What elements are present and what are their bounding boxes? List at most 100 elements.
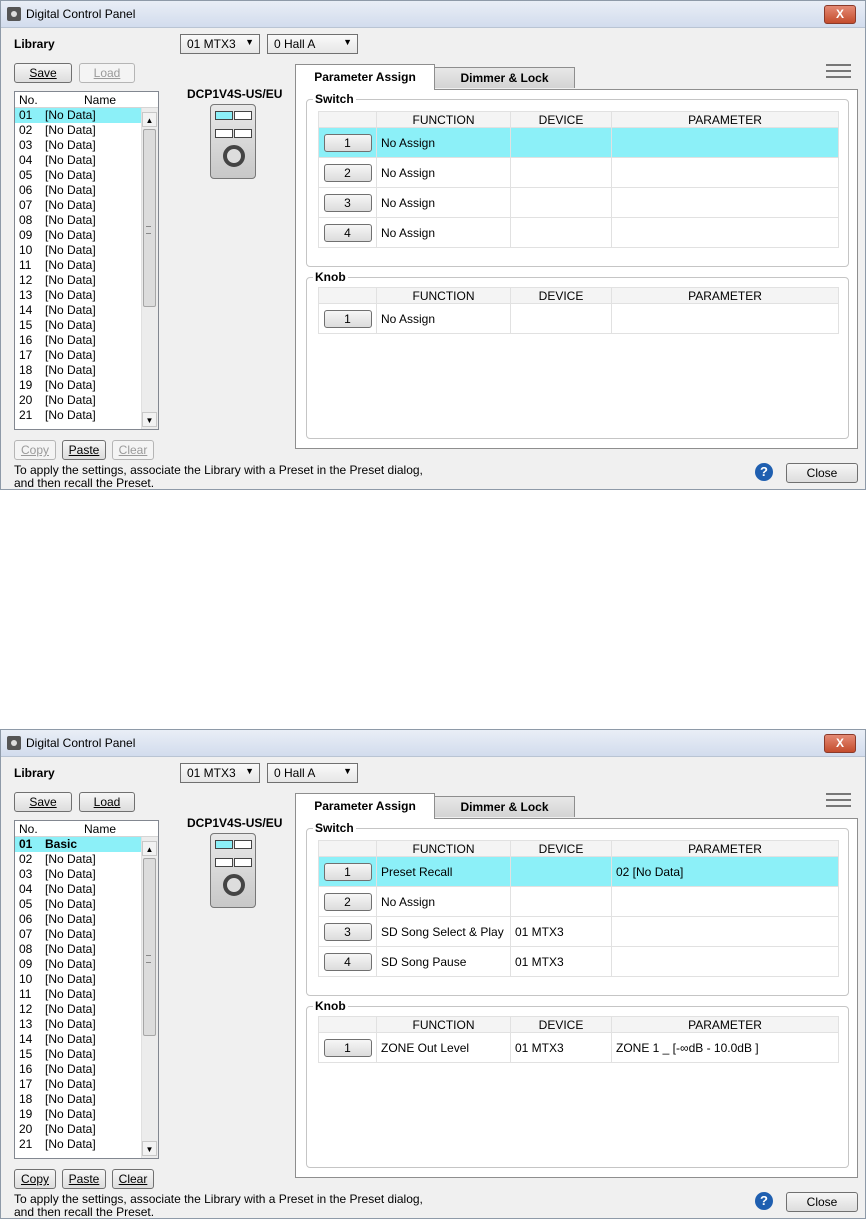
function-cell[interactable]: Preset Recall [376,856,511,887]
menu-icon[interactable] [826,64,851,78]
close-button[interactable]: Close [786,463,858,483]
preset-select[interactable]: 0 Hall A ▼ [267,763,358,783]
list-item[interactable]: 04 [No Data] [15,153,158,168]
knob-1-button[interactable]: 1 [323,309,372,328]
list-scrollbar[interactable]: ▲ ▼ [141,108,158,429]
switch-2-button[interactable]: 2 [323,163,372,182]
list-item[interactable]: 17 [No Data] [15,348,158,363]
scroll-up-icon[interactable]: ▲ [142,841,157,856]
device-cell[interactable] [510,187,612,218]
list-item[interactable]: 06 [No Data] [15,183,158,198]
list-item[interactable]: 21 [No Data] [15,1137,158,1152]
switch-4-button[interactable]: 4 [323,223,372,242]
scroll-thumb[interactable] [143,858,156,1036]
parameter-cell[interactable] [611,217,839,248]
library-list[interactable]: No. Name 01 Basic 02 [No Data] 03 [No Data] 04… [14,820,159,1159]
function-cell[interactable]: ZONE Out Level [376,1032,511,1063]
list-item[interactable]: 01 Basic [15,837,158,852]
help-icon[interactable]: ? [755,1192,773,1210]
list-item[interactable]: 11 [No Data] [15,987,158,1002]
parameter-cell[interactable] [611,303,839,334]
list-item[interactable]: 12 [No Data] [15,273,158,288]
list-item[interactable]: 03 [No Data] [15,867,158,882]
copy-button[interactable]: Copy [14,1169,56,1189]
switch-3-button[interactable]: 3 [323,922,372,941]
parameter-cell[interactable] [611,946,839,977]
paste-button[interactable]: Paste [62,1169,106,1189]
switch-2-button[interactable]: 2 [323,892,372,911]
switch-row[interactable]: 1 No Assign [318,127,839,158]
device-select[interactable]: 01 MTX3 ▼ [180,34,260,54]
tab-parameter-assign[interactable]: Parameter Assign [295,793,435,819]
list-item[interactable]: 14 [No Data] [15,303,158,318]
function-cell[interactable]: SD Song Select & Play [376,916,511,947]
device-cell[interactable] [510,303,612,334]
switch-row[interactable]: 2 No Assign [318,886,839,917]
list-item[interactable]: 10 [No Data] [15,972,158,987]
switch-row[interactable]: 2 No Assign [318,157,839,188]
list-item[interactable]: 02 [No Data] [15,123,158,138]
list-item[interactable]: 07 [No Data] [15,198,158,213]
list-item[interactable]: 17 [No Data] [15,1077,158,1092]
list-item[interactable]: 18 [No Data] [15,1092,158,1107]
device-cell[interactable] [510,217,612,248]
device-cell[interactable] [510,856,612,887]
list-item[interactable]: 12 [No Data] [15,1002,158,1017]
list-item[interactable]: 08 [No Data] [15,942,158,957]
function-cell[interactable]: No Assign [376,886,511,917]
list-item[interactable]: 19 [No Data] [15,378,158,393]
list-item[interactable]: 16 [No Data] [15,1062,158,1077]
switch-row[interactable]: 4 SD Song Pause 01 MTX3 [318,946,839,977]
function-cell[interactable]: No Assign [376,187,511,218]
parameter-cell[interactable]: 02 [No Data] [611,856,839,887]
scroll-down-icon[interactable]: ▼ [142,1141,157,1156]
list-item[interactable]: 09 [No Data] [15,957,158,972]
list-item[interactable]: 06 [No Data] [15,912,158,927]
switch-row[interactable]: 1 Preset Recall 02 [No Data] [318,856,839,887]
list-item[interactable]: 05 [No Data] [15,168,158,183]
tab-dimmer-lock[interactable]: Dimmer & Lock [434,67,575,88]
list-item[interactable]: 16 [No Data] [15,333,158,348]
list-item[interactable]: 20 [No Data] [15,1122,158,1137]
list-item[interactable]: 03 [No Data] [15,138,158,153]
clear-button[interactable]: Clear [112,1169,154,1189]
list-item[interactable]: 21 [No Data] [15,408,158,423]
list-item[interactable]: 04 [No Data] [15,882,158,897]
list-item[interactable]: 15 [No Data] [15,318,158,333]
scroll-down-icon[interactable]: ▼ [142,412,157,427]
device-cell[interactable]: 01 MTX3 [510,1032,612,1063]
device-select[interactable]: 01 MTX3 ▼ [180,763,260,783]
function-cell[interactable]: No Assign [376,303,511,334]
list-item[interactable]: 11 [No Data] [15,258,158,273]
parameter-cell[interactable] [611,157,839,188]
knob-1-button[interactable]: 1 [323,1038,372,1057]
switch-row[interactable]: 3 No Assign [318,187,839,218]
list-item[interactable]: 15 [No Data] [15,1047,158,1062]
clear-button[interactable]: Clear [112,440,154,460]
scroll-up-icon[interactable]: ▲ [142,112,157,127]
tab-dimmer-lock[interactable]: Dimmer & Lock [434,796,575,817]
save-button[interactable]: Save [14,792,72,812]
list-item[interactable]: 07 [No Data] [15,927,158,942]
device-cell[interactable] [510,127,612,158]
scroll-thumb[interactable] [143,129,156,307]
list-item[interactable]: 19 [No Data] [15,1107,158,1122]
list-item[interactable]: 13 [No Data] [15,288,158,303]
parameter-cell[interactable]: ZONE 1 _ [-∞dB - 10.0dB ] [611,1032,839,1063]
list-item[interactable]: 01 [No Data] [15,108,158,123]
window-close-button[interactable]: X [824,5,856,24]
library-list[interactable]: No. Name 01 [No Data] 02 [No Data] 03 [No Dat… [14,91,159,430]
switch-row[interactable]: 4 No Assign [318,217,839,248]
list-scrollbar[interactable]: ▲ ▼ [141,837,158,1158]
device-cell[interactable] [510,157,612,188]
menu-icon[interactable] [826,793,851,807]
device-cell[interactable] [510,886,612,917]
function-cell[interactable]: No Assign [376,157,511,188]
list-item[interactable]: 02 [No Data] [15,852,158,867]
knob-row[interactable]: 1 ZONE Out Level 01 MTX3 ZONE 1 _ [-∞dB - 1… [318,1032,839,1063]
list-item[interactable]: 10 [No Data] [15,243,158,258]
switch-1-button[interactable]: 1 [323,862,372,881]
list-item[interactable]: 09 [No Data] [15,228,158,243]
list-item[interactable]: 18 [No Data] [15,363,158,378]
switch-row[interactable]: 3 SD Song Select & Play 01 MTX3 [318,916,839,947]
